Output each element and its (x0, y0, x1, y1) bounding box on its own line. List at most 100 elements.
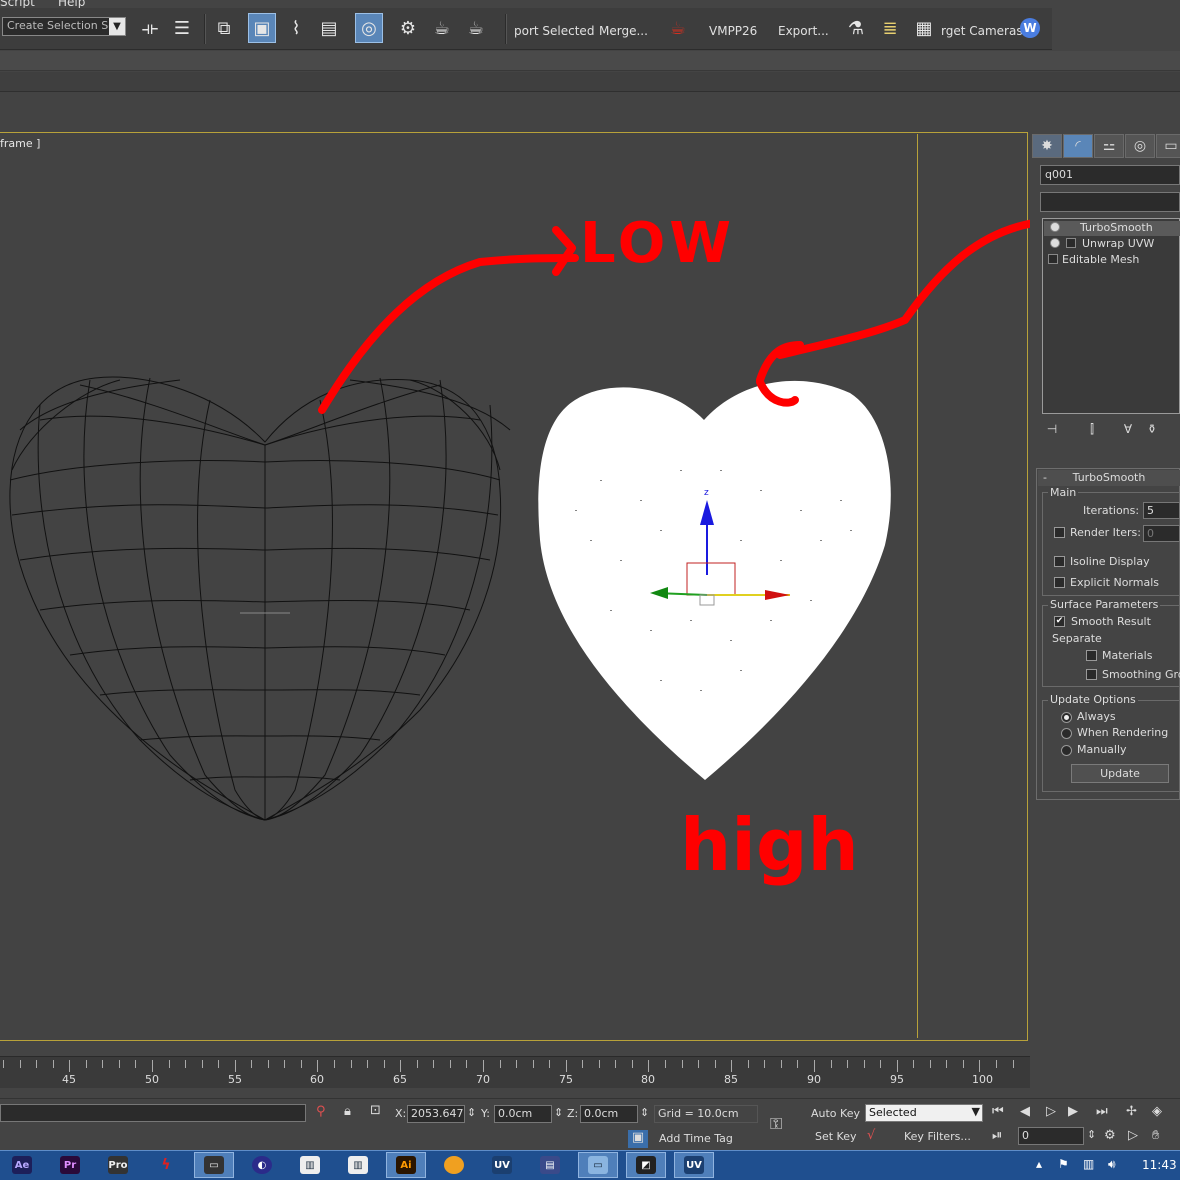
key-icon[interactable]: ⚿ (770, 1114, 782, 1134)
modifier-list-dropdown[interactable] (1040, 192, 1180, 212)
always-radio[interactable] (1061, 712, 1072, 723)
show-hidden-icons-icon[interactable]: ▴ (1036, 1157, 1042, 1171)
display-tab-icon[interactable]: ▭ (1156, 134, 1180, 158)
modify-tab-icon[interactable]: ◜ (1063, 134, 1093, 158)
selection-set-dropdown[interactable]: Create Selection Se ▼ (2, 17, 126, 36)
play-icon[interactable]: ▷ (1046, 1104, 1056, 1119)
checker-icon[interactable]: ▦ (910, 13, 938, 43)
layers-icon[interactable]: ⧉ (210, 13, 238, 43)
key-selection-dropdown[interactable]: Selected ▼ (865, 1104, 983, 1122)
show-end-result-icon[interactable]: ⫿ (1082, 422, 1102, 440)
iterations-spinner[interactable]: 5 (1143, 502, 1180, 519)
z-spinner-icon[interactable]: ⇕ (640, 1106, 649, 1119)
rollout-header[interactable]: - TurboSmooth (1038, 470, 1180, 486)
menu-help[interactable]: Help (58, 0, 85, 8)
smooth-result-checkbox[interactable]: ✔ (1054, 616, 1065, 627)
network-icon[interactable]: ▥ (1083, 1157, 1094, 1171)
stack-icon[interactable]: ≣ (876, 13, 904, 43)
render-setup-icon[interactable]: ⚙ (394, 13, 422, 43)
stack-item-unwrap-uvw[interactable]: Unwrap UVW (1044, 237, 1180, 252)
curve-editor-icon[interactable]: ⌇ (282, 13, 310, 43)
mirror-icon[interactable]: ⟛ (136, 13, 164, 43)
go-to-start-icon[interactable]: ⏮ (992, 1104, 1004, 1119)
render-iters-spinner[interactable]: 0 (1143, 525, 1180, 542)
pan-hand-icon[interactable]: ✋︎ (1152, 1128, 1159, 1143)
taskbar-illustrator[interactable]: Ai (386, 1152, 426, 1178)
time-config-icon[interactable]: ⚙ (1104, 1128, 1116, 1143)
pot-icon[interactable]: ⚗ (842, 13, 870, 43)
taskbar-app-7[interactable]: ▥ (290, 1152, 330, 1178)
set-key-button[interactable]: Set Key (815, 1130, 857, 1143)
lock-icon[interactable]: 🔒︎ (344, 1104, 351, 1119)
frame-spinner-icon[interactable]: ⇕ (1087, 1128, 1096, 1141)
object-name-field[interactable]: q001 (1040, 165, 1180, 185)
z-coordinate-field[interactable]: 0.0cm (580, 1105, 638, 1123)
scene-explorer-icon[interactable]: ▣ (248, 13, 276, 43)
taskbar-3dsmax[interactable]: ▭ (194, 1152, 234, 1178)
previous-frame-icon[interactable]: ◀ (1020, 1104, 1030, 1119)
render-frame-icon[interactable]: ☕ (428, 13, 456, 43)
expand-plus-icon[interactable] (1048, 254, 1058, 264)
expand-plus-icon[interactable] (1066, 238, 1076, 248)
taskbar-premiere[interactable]: Pr (50, 1152, 90, 1178)
stack-item-editable-mesh[interactable]: Editable Mesh (1044, 253, 1180, 268)
y-spinner-icon[interactable]: ⇕ (554, 1106, 563, 1119)
auto-key-button[interactable]: Auto Key (811, 1107, 860, 1120)
isolate-icon[interactable]: ⚲ (316, 1104, 326, 1119)
absolute-mode-icon[interactable]: ⊡ (370, 1103, 381, 1118)
go-to-end-icon[interactable]: ⏭ (1096, 1104, 1108, 1119)
smoothing-groups-checkbox[interactable] (1086, 669, 1097, 680)
stack-item-turbosmooth[interactable]: TurboSmooth (1044, 221, 1180, 236)
update-button[interactable]: Update (1071, 764, 1169, 783)
when-rendering-radio[interactable] (1061, 728, 1072, 739)
x-coordinate-field[interactable]: 2053.647c (407, 1105, 465, 1123)
key-filters-button[interactable]: Key Filters... (904, 1130, 971, 1143)
taskbar-app-6[interactable]: ◐ (242, 1152, 282, 1178)
materials-checkbox[interactable] (1086, 650, 1097, 661)
target-cameras-button[interactable]: rget Cameras (941, 24, 1023, 38)
bulb-icon[interactable] (1050, 222, 1060, 232)
zoom-icon[interactable]: ✢ (1126, 1104, 1137, 1119)
taskbar-after-effects[interactable]: Ae (2, 1152, 42, 1178)
teapot-icon[interactable]: ☕ (664, 13, 692, 43)
add-time-tag[interactable]: Add Time Tag (659, 1132, 733, 1145)
menu-script[interactable]: Script (0, 0, 35, 8)
make-unique-icon[interactable]: ∀ (1118, 422, 1138, 440)
current-frame-field[interactable]: 0 (1018, 1127, 1084, 1145)
zoom-extents-icon[interactable]: ◈ (1152, 1104, 1162, 1119)
taskbar-app-14[interactable]: ◩ (626, 1152, 666, 1178)
taskbar-app-10[interactable] (434, 1152, 474, 1178)
y-coordinate-field[interactable]: 0.0cm (494, 1105, 552, 1123)
render-icon[interactable]: ☕ (462, 13, 490, 43)
taskbar-pro[interactable]: Pro (98, 1152, 138, 1178)
align-icon[interactable]: ☰ (168, 13, 196, 43)
field-of-view-icon[interactable]: ▷ (1128, 1128, 1138, 1143)
motion-tab-icon[interactable]: ◎ (1125, 134, 1155, 158)
taskbar-uv-2[interactable]: UV (674, 1152, 714, 1178)
curve-icon[interactable]: √ (867, 1128, 875, 1143)
key-mode-icon[interactable]: ⏯ (992, 1128, 1002, 1143)
taskbar-app-12[interactable]: ▤ (530, 1152, 570, 1178)
hierarchy-tab-icon[interactable]: ⚍ (1094, 134, 1124, 158)
isoline-display-checkbox[interactable] (1054, 556, 1065, 567)
export-button[interactable]: Export... (778, 24, 829, 38)
render-iters-checkbox[interactable] (1054, 527, 1065, 538)
create-tab-sun-icon[interactable]: ✸ (1032, 134, 1062, 158)
taskbar-app-8[interactable]: ▥ (338, 1152, 378, 1178)
collapse-icon[interactable]: - (1043, 470, 1047, 486)
taskbar-app-13[interactable]: ▭ (578, 1152, 618, 1178)
taskbar-uv-1[interactable]: UV (482, 1152, 522, 1178)
export-selected-button[interactable]: port Selected (514, 24, 594, 38)
action-center-flag-icon[interactable]: ⚑ (1058, 1157, 1069, 1171)
taskbar-clock[interactable]: 11:43 P (1142, 1158, 1180, 1172)
pin-stack-icon[interactable]: ⊣ (1042, 422, 1062, 440)
time-tag-icon[interactable]: ▣ (628, 1130, 648, 1148)
vmpp-button[interactable]: VMPP26 (709, 24, 757, 38)
next-frame-icon[interactable]: ▶ (1068, 1104, 1078, 1119)
taskbar-app-4[interactable]: ϟ (146, 1152, 186, 1178)
plugin-icon[interactable]: W (1016, 13, 1044, 43)
volume-icon[interactable]: 🔊︎ (1108, 1157, 1116, 1172)
remove-modifier-icon[interactable]: ⚱ (1142, 422, 1162, 440)
bulb-icon[interactable] (1050, 238, 1060, 248)
merge-button[interactable]: Merge... (599, 24, 648, 38)
